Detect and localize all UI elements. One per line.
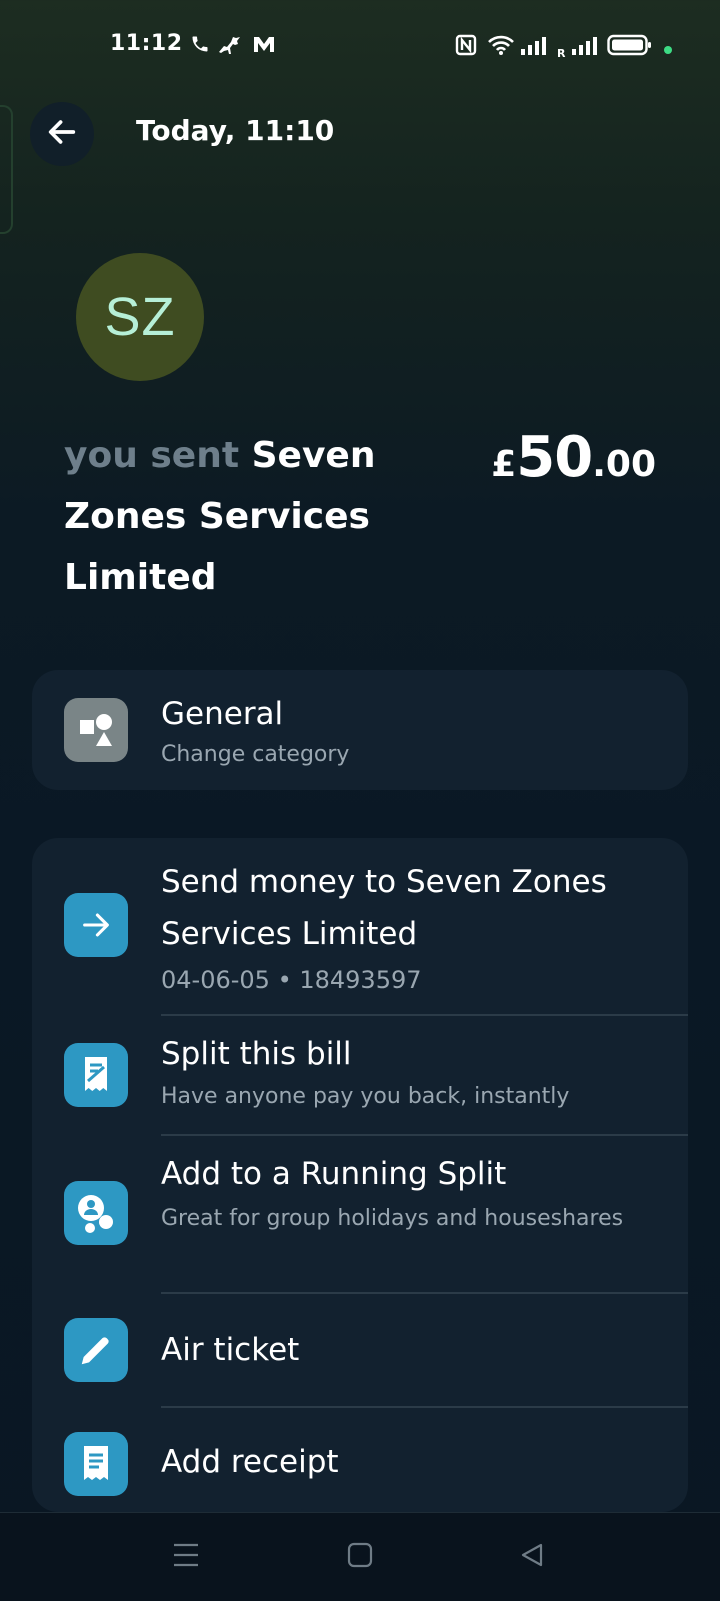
horse-icon [217, 34, 243, 60]
back-nav-button[interactable] [508, 1533, 556, 1581]
category-subtitle: Change category [161, 742, 350, 767]
add-receipt-title: Add receipt [161, 1444, 339, 1480]
status-bar: 11:12 R [0, 0, 720, 90]
amount-decimal: .00 [592, 444, 656, 485]
roaming-label: R [557, 47, 566, 60]
note-title: Air ticket [161, 1332, 300, 1368]
pencil-icon [64, 1318, 128, 1382]
send-money-title: Send money to Seven Zones Services Limit… [161, 864, 607, 952]
split-bill-subtitle: Have anyone pay you back, instantly [161, 1084, 570, 1109]
split-bill-row[interactable]: Split this bill Have anyone pay you back… [32, 1016, 688, 1134]
back-triangle-icon [519, 1542, 545, 1572]
receipt-icon [64, 1432, 128, 1496]
arrow-left-icon [45, 115, 79, 153]
running-split-title: Add to a Running Split [161, 1156, 507, 1192]
running-split-subtitle: Great for group holidays and houseshares [161, 1206, 624, 1231]
menu-icon [172, 1542, 200, 1572]
home-square-icon [347, 1542, 373, 1572]
menu-button[interactable] [162, 1533, 210, 1581]
split-bill-icon [64, 1043, 128, 1107]
transaction-amount: £50.00 [491, 425, 656, 490]
arrow-right-icon [64, 893, 128, 957]
home-button[interactable] [336, 1533, 384, 1581]
dot-indicator [663, 40, 673, 59]
status-time: 11:12 [110, 31, 183, 56]
system-nav-bar [0, 1512, 720, 1601]
note-row[interactable]: Air ticket [32, 1294, 688, 1406]
avatar: SZ [76, 253, 204, 381]
wifi-icon [486, 34, 516, 60]
amount-whole: 50 [516, 425, 593, 490]
actions-card: Send money to Seven Zones Services Limit… [32, 838, 688, 1512]
amount-currency: £ [491, 444, 517, 485]
back-button[interactable] [30, 102, 94, 166]
signal-icon [520, 34, 550, 60]
add-receipt-row[interactable]: Add receipt [32, 1408, 688, 1512]
category-title: General [161, 696, 284, 732]
roaming-signal-icon: R [557, 34, 601, 60]
send-money-row[interactable]: Send money to Seven Zones Services Limit… [32, 838, 688, 1014]
edge-panel-handle[interactable] [0, 105, 13, 234]
page-title: Today, 11:10 [136, 114, 335, 147]
nfc-icon [455, 34, 477, 60]
headline-prefix: you sent [64, 435, 240, 476]
group-icon [64, 1181, 128, 1245]
category-card[interactable]: General Change category [32, 670, 688, 790]
running-split-row[interactable]: Add to a Running Split Great for group h… [32, 1136, 688, 1292]
shapes-icon [64, 698, 128, 762]
phone-icon [190, 34, 210, 58]
send-money-subtitle: 04-06-05 • 18493597 [161, 966, 422, 994]
transaction-headline: you sent Seven Zones Services Limited [64, 425, 404, 608]
avatar-initials: SZ [104, 287, 176, 347]
split-bill-title: Split this bill [161, 1036, 352, 1072]
m-logo-icon [252, 34, 276, 58]
battery-icon [607, 34, 653, 60]
